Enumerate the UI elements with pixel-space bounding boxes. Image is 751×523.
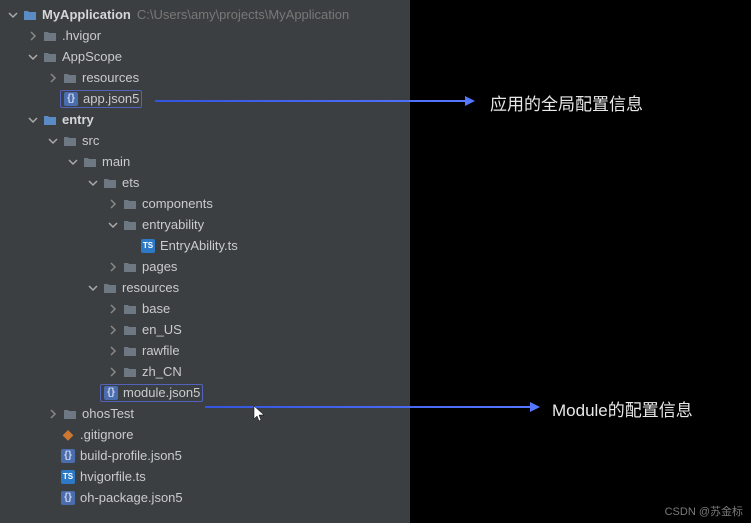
item-label: app.json5: [83, 91, 139, 106]
item-label: base: [142, 301, 170, 316]
tree-item-app-json5[interactable]: {} app.json5: [0, 88, 410, 109]
chevron-down-icon[interactable]: [46, 134, 60, 148]
tree-item-build-profile[interactable]: {} build-profile.json5: [0, 445, 410, 466]
annotation-arrow-app: [155, 100, 465, 102]
item-label: resources: [122, 280, 179, 295]
chevron-down-icon[interactable]: [26, 113, 40, 127]
project-icon: [22, 7, 38, 23]
folder-icon: [122, 343, 138, 359]
item-label: zh_CN: [142, 364, 182, 379]
folder-icon: [122, 322, 138, 338]
tree-item-components[interactable]: components: [0, 193, 410, 214]
json-file-icon: {}: [63, 91, 79, 107]
json-file-icon: {}: [60, 448, 76, 464]
chevron-right-icon[interactable]: [46, 71, 60, 85]
project-tree-panel: MyApplication C:\Users\amy\projects\MyAp…: [0, 0, 410, 523]
chevron-right-icon[interactable]: [106, 344, 120, 358]
tree-item-entryability[interactable]: entryability: [0, 214, 410, 235]
tree-root[interactable]: MyApplication C:\Users\amy\projects\MyAp…: [0, 4, 410, 25]
module-folder-icon: [42, 112, 58, 128]
tree-item-ets[interactable]: ets: [0, 172, 410, 193]
tree-item-rawfile[interactable]: rawfile: [0, 340, 410, 361]
chevron-right-icon[interactable]: [46, 407, 60, 421]
tree-item-appscope-resources[interactable]: resources: [0, 67, 410, 88]
item-label: .hvigor: [62, 28, 101, 43]
root-path: C:\Users\amy\projects\MyApplication: [137, 7, 349, 22]
item-label: oh-package.json5: [80, 490, 183, 505]
gitignore-file-icon: ◆: [60, 427, 76, 443]
tree-item-entry[interactable]: entry: [0, 109, 410, 130]
json-file-icon: {}: [103, 385, 119, 401]
tree-item-base[interactable]: base: [0, 298, 410, 319]
tree-item-oh-package[interactable]: {} oh-package.json5: [0, 487, 410, 508]
tree-item-module-json5[interactable]: {} module.json5: [0, 382, 410, 403]
chevron-right-icon[interactable]: [106, 365, 120, 379]
item-label: resources: [82, 70, 139, 85]
highlight-module-json5: {} module.json5: [100, 384, 203, 402]
folder-icon: [102, 175, 118, 191]
item-label: src: [82, 133, 99, 148]
folder-icon: [62, 133, 78, 149]
folder-icon: [62, 70, 78, 86]
chevron-right-icon[interactable]: [106, 302, 120, 316]
item-label: en_US: [142, 322, 182, 337]
chevron-right-icon[interactable]: [26, 29, 40, 43]
item-label: AppScope: [62, 49, 122, 64]
chevron-down-icon[interactable]: [86, 176, 100, 190]
tree-item-main[interactable]: main: [0, 151, 410, 172]
tree-item-pages[interactable]: pages: [0, 256, 410, 277]
watermark: CSDN @苏金标: [665, 503, 743, 519]
chevron-right-icon[interactable]: [106, 260, 120, 274]
folder-icon: [122, 196, 138, 212]
folder-icon: [122, 259, 138, 275]
arrow-head-icon: [465, 96, 475, 106]
cursor-pointer-icon: [253, 405, 267, 426]
item-label: entryability: [142, 217, 204, 232]
highlight-app-json5: {} app.json5: [60, 90, 142, 108]
item-label: hvigorfile.ts: [80, 469, 146, 484]
folder-icon: [82, 154, 98, 170]
item-label: pages: [142, 259, 177, 274]
item-label: components: [142, 196, 213, 211]
chevron-right-icon[interactable]: [106, 323, 120, 337]
tree-item-gitignore[interactable]: ◆ .gitignore: [0, 424, 410, 445]
tree-item-src[interactable]: src: [0, 130, 410, 151]
item-label: build-profile.json5: [80, 448, 182, 463]
chevron-down-icon[interactable]: [106, 218, 120, 232]
chevron-right-icon[interactable]: [106, 197, 120, 211]
item-label: ets: [122, 175, 139, 190]
tree-item-hvigor[interactable]: .hvigor: [0, 25, 410, 46]
folder-icon: [122, 217, 138, 233]
tree-item-appscope[interactable]: AppScope: [0, 46, 410, 67]
item-label: rawfile: [142, 343, 180, 358]
folder-icon: [42, 49, 58, 65]
json-file-icon: {}: [60, 490, 76, 506]
tree-item-resources[interactable]: resources: [0, 277, 410, 298]
folder-icon: [42, 28, 58, 44]
tree-item-hvigorfile[interactable]: TS hvigorfile.ts: [0, 466, 410, 487]
ts-file-icon: TS: [140, 238, 156, 254]
chevron-down-icon[interactable]: [86, 281, 100, 295]
tree-item-entryability-ts[interactable]: TS EntryAbility.ts: [0, 235, 410, 256]
arrow-head-icon: [530, 402, 540, 412]
item-label: main: [102, 154, 130, 169]
ts-file-icon: TS: [60, 469, 76, 485]
tree-item-zh-cn[interactable]: zh_CN: [0, 361, 410, 382]
item-label: entry: [62, 112, 94, 127]
item-label: .gitignore: [80, 427, 133, 442]
chevron-down-icon[interactable]: [6, 8, 20, 22]
annotation-module-json: Module的配置信息: [552, 396, 693, 421]
item-label: ohosTest: [82, 406, 134, 421]
folder-icon: [122, 364, 138, 380]
folder-icon: [62, 406, 78, 422]
folder-icon: [122, 301, 138, 317]
item-label: module.json5: [123, 385, 200, 400]
root-name: MyApplication: [42, 7, 131, 22]
tree-item-en-us[interactable]: en_US: [0, 319, 410, 340]
chevron-down-icon[interactable]: [26, 50, 40, 64]
folder-icon: [102, 280, 118, 296]
annotation-app-json: 应用的全局配置信息: [490, 90, 643, 115]
item-label: EntryAbility.ts: [160, 238, 238, 253]
chevron-down-icon[interactable]: [66, 155, 80, 169]
